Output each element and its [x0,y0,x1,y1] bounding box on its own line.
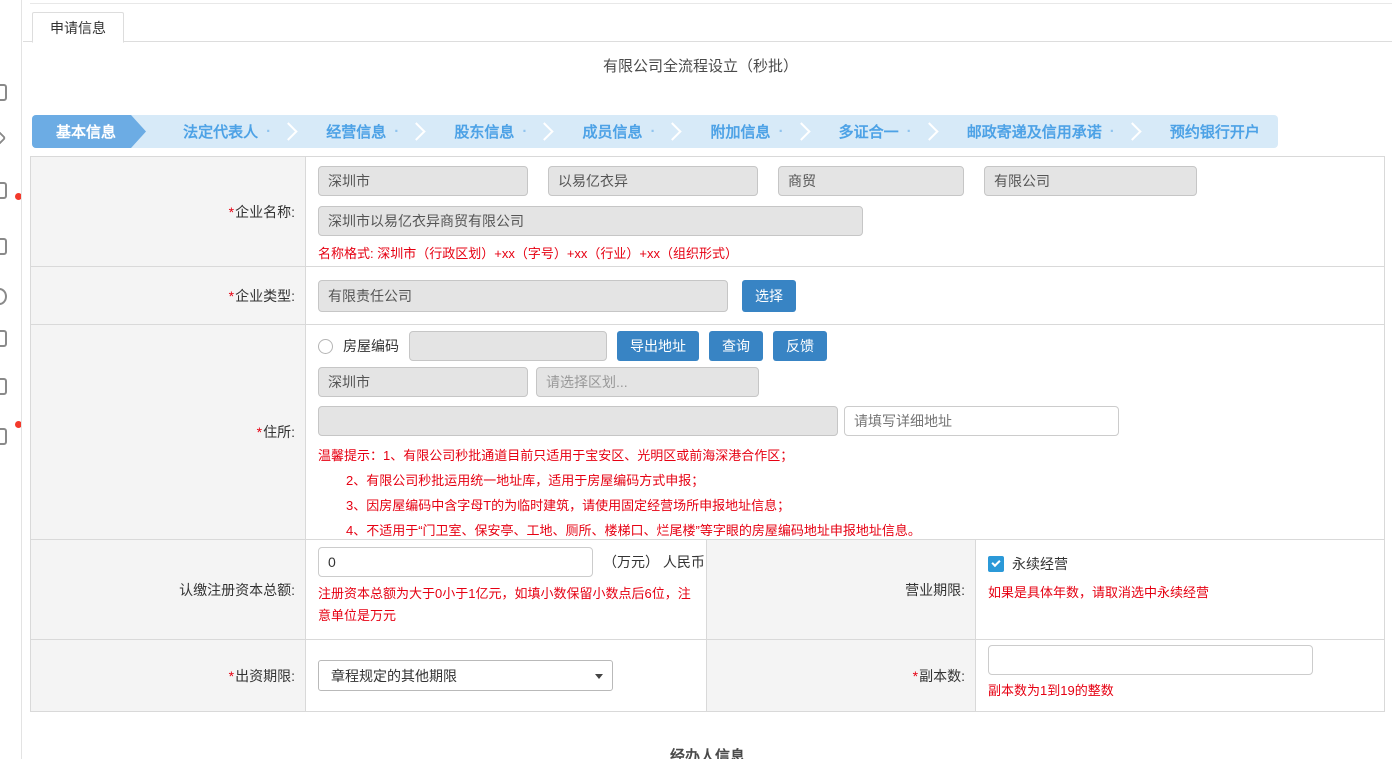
registered-capital-hint: 注册资本总额为大于0小于1亿元，如填小数保留小数点后6位，注意单位是万元 [318,583,700,627]
business-term-hint: 如果是具体年数，请取消选中永续经营 [988,582,1384,601]
copies-label: * 副本数: [706,640,976,711]
name-part-city-input[interactable]: 深圳市 [318,166,528,196]
step-nav: 基本信息 法定代表人 · 经营信息 · 股东信息 · 成员信息 · 附加信息 · [32,115,1278,148]
step-legal-representative[interactable]: 法定代表人 · [165,115,289,148]
required-asterisk: * [229,288,234,304]
basic-info-form: * 企业名称: 深圳市 以易亿衣异 商贸 有限公司 深圳市以易亿衣异商贸有限公司… [30,156,1385,712]
step-label: 邮政寄递及信用承诺 [967,121,1102,142]
tab-bar: 申请信息 [23,11,1392,42]
tab-label: 申请信息 [50,20,106,36]
sidebar-icon-fragment[interactable] [0,378,7,395]
step-dot: · [522,123,527,140]
dropdown-arrow-icon [595,674,603,679]
step-dot: · [907,123,912,140]
notification-dot [15,421,22,428]
feedback-button[interactable]: 反馈 [773,331,827,361]
main-panel: 申请信息 有限公司全流程设立（秒批） 基本信息 法定代表人 · 经营信息 · 股… [23,0,1392,759]
copies-hint: 副本数为1到19的整数 [988,680,1384,699]
panel-top-border [30,3,1392,4]
export-address-button[interactable]: 导出地址 [617,331,699,361]
registered-capital-input-field[interactable] [328,554,583,570]
funding-copies-row: * 出资期限: 章程规定的其他期限 * 副本数: [31,640,1384,711]
address-hint-3: 3、因房屋编码中含字母T的为临时建筑，请使用固定经营场所申报地址信息； [318,493,1384,518]
required-asterisk: * [913,668,918,684]
notification-dot [15,193,22,200]
capital-term-row: 认缴注册资本总额: （万元） 人民币 注册资本总额为大于0小于1亿元，如填小数保… [31,540,1384,640]
next-section-title: 经办人信息 [30,745,1385,759]
copies-input[interactable] [988,645,1313,675]
address-label: * 住所: [31,325,306,539]
step-label: 成员信息 [582,121,642,142]
registered-capital-input[interactable] [318,547,593,577]
company-name-label: * 企业名称: [31,157,306,266]
perpetual-operation-label: 永续经营 [1012,554,1068,574]
step-label: 基本信息 [56,121,116,142]
step-dot: · [394,123,399,140]
step-dot: · [779,123,784,140]
name-part-orgform-input[interactable]: 有限公司 [984,166,1197,196]
left-sidebar-fragment [0,0,22,759]
step-label: 股东信息 [454,121,514,142]
funding-term-label: * 出资期限: [31,640,306,711]
step-bank-appointment[interactable]: 预约银行开户 [1152,115,1278,148]
step-business-info[interactable]: 经营信息 · [308,115,417,148]
house-code-radio[interactable] [318,339,333,354]
page-title: 有限公司全流程设立（秒批） [23,55,1378,76]
company-type-label: * 企业类型: [31,267,306,324]
copies-input-field[interactable] [998,652,1303,668]
required-asterisk: * [257,424,262,440]
step-dot: · [266,123,271,140]
step-label: 预约银行开户 [1170,121,1260,142]
required-asterisk: * [229,204,234,220]
perpetual-operation-checkbox[interactable] [988,556,1004,572]
company-type-row: * 企业类型: 有限责任公司 选择 [31,267,1384,325]
step-postal-credit[interactable]: 邮政寄递及信用承诺 · [949,115,1133,148]
funding-term-select[interactable]: 章程规定的其他期限 [318,660,613,691]
step-basic-info[interactable]: 基本信息 [32,115,146,148]
query-button[interactable]: 查询 [709,331,763,361]
sidebar-icon-fragment[interactable] [0,130,6,147]
company-name-row: * 企业名称: 深圳市 以易亿衣异 商贸 有限公司 深圳市以易亿衣异商贸有限公司… [31,157,1384,267]
sidebar-icon-fragment[interactable] [0,182,7,199]
address-hint-1: 温馨提示：1、有限公司秒批通道目前只适用于宝安区、光明区或前海深港合作区； [318,443,1384,468]
step-dot: · [650,123,655,140]
address-detail-input[interactable] [844,406,1119,436]
step-member-info[interactable]: 成员信息 · [564,115,673,148]
name-part-industry-input[interactable]: 商贸 [778,166,964,196]
sidebar-icon-fragment[interactable] [0,330,7,347]
funding-term-selected-option: 章程规定的其他期限 [331,666,457,686]
step-label: 经营信息 [326,121,386,142]
capital-unit-text: （万元） 人民币 [603,552,705,572]
sidebar-icon-fragment[interactable] [0,238,7,255]
step-dot: · [1110,123,1115,140]
address-hint-2: 2、有限公司秒批运用统一地址库，适用于房屋编码方式申报； [318,468,1384,493]
address-district-select[interactable]: 请选择区划... [536,367,759,397]
company-type-select-button[interactable]: 选择 [742,280,796,312]
application-page: 申请信息 有限公司全流程设立（秒批） 基本信息 法定代表人 · 经营信息 · 股… [0,0,1392,759]
sidebar-icon-fragment[interactable] [0,288,7,305]
step-multi-cert[interactable]: 多证合一 · [821,115,930,148]
check-icon [991,558,1000,567]
address-detail-input-field[interactable] [854,413,1109,429]
step-label: 多证合一 [839,121,899,142]
step-shareholder-info[interactable]: 股东信息 · [436,115,545,148]
step-label: 附加信息 [711,121,771,142]
company-type-input[interactable]: 有限责任公司 [318,280,728,312]
sidebar-icon-fragment[interactable] [0,428,7,445]
step-additional-info[interactable]: 附加信息 · [693,115,802,148]
registered-capital-label: 认缴注册资本总额: [31,540,306,639]
step-label: 法定代表人 [183,121,258,142]
business-term-label: 营业期限: [706,540,976,639]
company-name-hint: 名称格式: 深圳市（行政区划）+xx（字号）+xx（行业）+xx（组织形式） [318,243,1384,262]
address-row: * 住所: 房屋编码 导出地址 查询 反馈 深圳市 请选择区划... [31,325,1384,540]
required-asterisk: * [229,668,234,684]
company-full-name-input[interactable]: 深圳市以易亿衣异商贸有限公司 [318,206,863,236]
name-part-tradename-input[interactable]: 以易亿衣异 [548,166,758,196]
address-street-input[interactable] [318,406,838,436]
tab-application-info[interactable]: 申请信息 [32,12,124,43]
address-city-input[interactable]: 深圳市 [318,367,528,397]
sidebar-icon-fragment[interactable] [0,84,7,101]
house-code-radio-label: 房屋编码 [343,336,399,356]
house-code-input[interactable] [409,331,607,361]
